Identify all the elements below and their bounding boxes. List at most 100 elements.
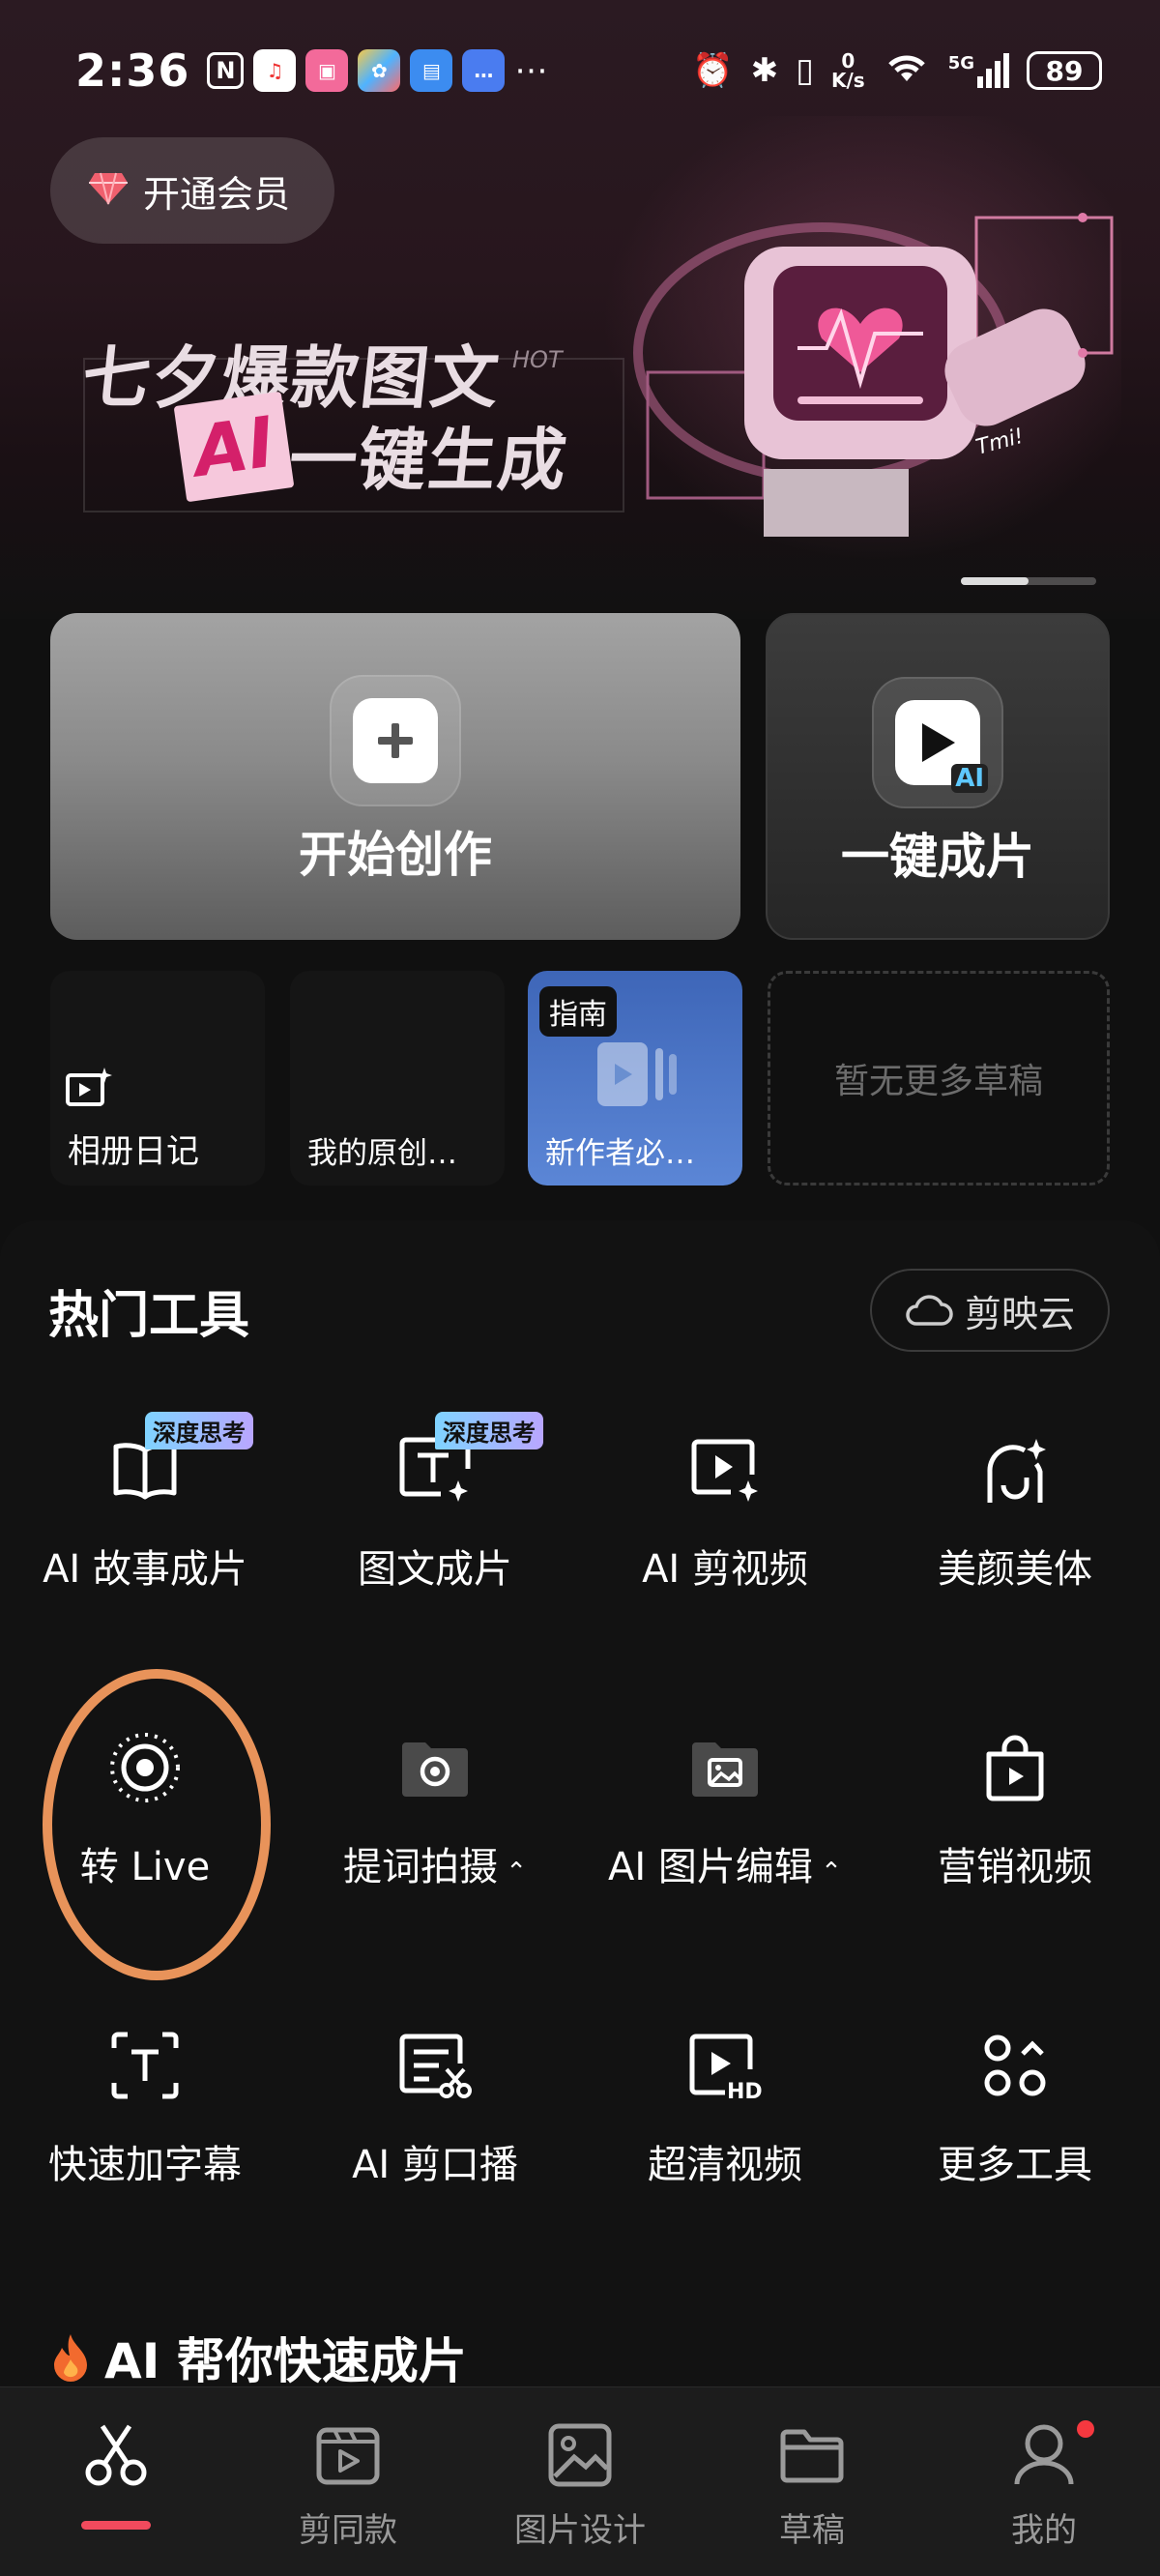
banner-title-line2: 一键生成 bbox=[285, 421, 572, 500]
battery-indicator: 89 bbox=[1027, 51, 1102, 90]
cloud-label: 剪映云 bbox=[964, 1292, 1075, 1335]
folder-icon bbox=[779, 2422, 845, 2488]
cellular-signal-icon: 5G bbox=[948, 53, 1009, 88]
plus-icon bbox=[378, 723, 413, 758]
active-tab-indicator bbox=[81, 2521, 151, 2530]
plus-icon-wrap bbox=[330, 675, 461, 806]
speech-cut-icon bbox=[396, 2027, 474, 2104]
start-creation-label: 开始创作 bbox=[299, 827, 492, 883]
tool-teleprompter-shoot[interactable]: 提词拍摄 ⌃ bbox=[290, 1729, 580, 1922]
image-edit-icon bbox=[686, 1729, 764, 1806]
bilibili-app-icon: ▣ bbox=[305, 49, 349, 92]
tool-label: 美颜美体 bbox=[938, 1547, 1092, 1592]
nav-label: 图片设计 bbox=[514, 2511, 646, 2550]
cloud-icon bbox=[906, 1295, 953, 1326]
svg-text:HD: HD bbox=[727, 2080, 763, 2100]
tool-quick-captions[interactable]: 快速加字幕 bbox=[0, 2027, 290, 2220]
tool-label: AI 故事成片 bbox=[43, 1547, 247, 1592]
nfc-icon: N bbox=[207, 52, 245, 89]
tool-label: 更多工具 bbox=[938, 2143, 1092, 2187]
no-more-drafts-placeholder: 暂无更多草稿 bbox=[768, 971, 1110, 1186]
bottom-navigation: 剪同款 图片设计 草稿 我的 bbox=[0, 2386, 1160, 2576]
wifi-icon bbox=[883, 48, 931, 94]
vibrate-icon: ▯ bbox=[796, 51, 814, 90]
image-icon bbox=[547, 2422, 613, 2488]
ai-play-icon-wrap: AI bbox=[872, 677, 1003, 808]
draft-item-guide[interactable]: 指南 新作者必… bbox=[528, 971, 742, 1186]
network-speed: 0 K/s bbox=[830, 49, 865, 92]
alarm-icon: ⏰ bbox=[692, 51, 734, 90]
tool-ai-story-video[interactable]: 深度思考 AI 故事成片 bbox=[0, 1412, 290, 1625]
play-icon bbox=[922, 723, 955, 762]
jianying-cloud-button[interactable]: 剪映云 bbox=[870, 1269, 1110, 1352]
nav-tab-profile[interactable]: 我的 bbox=[928, 2387, 1160, 2576]
tool-label: 营销视频 bbox=[938, 1845, 1092, 1889]
diamond-icon bbox=[87, 171, 130, 210]
more-tools-icon bbox=[976, 2027, 1054, 2104]
nav-label: 我的 bbox=[1011, 2511, 1077, 2550]
tool-ai-speech-cut[interactable]: AI 剪口播 bbox=[290, 2027, 580, 2220]
video-placeholder-icon bbox=[597, 1042, 677, 1106]
banner-page-indicator-active bbox=[961, 577, 1029, 585]
start-creation-card[interactable]: 开始创作 bbox=[50, 613, 740, 940]
tool-hd-video[interactable]: HD 超清视频 bbox=[580, 2027, 870, 2220]
vip-label: 开通会员 bbox=[143, 172, 291, 216]
ai-badge: AI bbox=[951, 764, 988, 793]
one-click-video-card[interactable]: AI 一键成片 bbox=[766, 613, 1110, 940]
fire-icon bbox=[54, 2334, 87, 2382]
banner-illustration: Tmi! bbox=[633, 213, 1114, 537]
draft-item[interactable]: 我的原创… bbox=[290, 971, 505, 1186]
ai-quick-video-section-title: AI 帮你快速成片 bbox=[50, 2323, 467, 2392]
svg-text:Tmi!: Tmi! bbox=[973, 424, 1027, 460]
nav-tab-drafts[interactable]: 草稿 bbox=[696, 2387, 928, 2576]
beauty-icon bbox=[976, 1431, 1054, 1508]
highlight-ring-annotation bbox=[43, 1669, 271, 1980]
draft-item[interactable]: 相册日记 bbox=[50, 971, 265, 1186]
banner-ai-sticker: AI bbox=[173, 391, 295, 503]
tool-text-image-video[interactable]: 深度思考 图文成片 bbox=[290, 1412, 580, 1625]
more-notifications-icon: ⋯ bbox=[514, 51, 548, 90]
tool-label: 超清视频 bbox=[648, 2143, 802, 2187]
nav-label: 草稿 bbox=[779, 2511, 845, 2550]
tool-beauty[interactable]: 美颜美体 bbox=[870, 1431, 1160, 1625]
notification-dot bbox=[1077, 2420, 1094, 2438]
chevron-updown-icon: ⌃ bbox=[812, 1858, 842, 1887]
teleprompter-camera-icon bbox=[396, 1729, 474, 1806]
nav-tab-image-design[interactable]: 图片设计 bbox=[464, 2387, 696, 2576]
deep-thinking-badge: 深度思考 bbox=[145, 1412, 253, 1449]
banner-hot-tag: HOT bbox=[512, 346, 563, 373]
tool-label: 提词拍摄 ⌃ bbox=[342, 1845, 528, 1889]
status-bar: 2:36 N ♫ ▣ ✿ ▤ … ⋯ ⏰ ✱ ▯ 0 K/s 5G 89 bbox=[0, 39, 1160, 102]
hd-video-icon: HD bbox=[686, 2027, 764, 2104]
tool-marketing-video[interactable]: 营销视频 bbox=[870, 1729, 1160, 1922]
tool-label: 快速加字幕 bbox=[48, 2143, 242, 2187]
shopping-bag-icon bbox=[976, 1729, 1054, 1806]
tool-ai-cut-video[interactable]: AI 剪视频 bbox=[580, 1431, 870, 1625]
tool-label: AI 剪视频 bbox=[642, 1547, 808, 1592]
tool-label: AI 图片编辑 ⌃ bbox=[608, 1845, 842, 1889]
tool-ai-image-edit[interactable]: AI 图片编辑 ⌃ bbox=[580, 1729, 870, 1922]
guide-badge: 指南 bbox=[539, 986, 617, 1037]
caption-icon bbox=[106, 2027, 184, 2104]
music-app-icon: ♫ bbox=[253, 49, 297, 92]
one-click-video-label: 一键成片 bbox=[841, 829, 1034, 885]
deep-thinking-badge: 深度思考 bbox=[435, 1412, 543, 1449]
bluetooth-icon: ✱ bbox=[750, 51, 779, 90]
profile-icon bbox=[1011, 2422, 1077, 2488]
status-time: 2:36 bbox=[75, 44, 190, 97]
messages-app-icon: … bbox=[462, 49, 506, 92]
nav-tab-templates[interactable]: 剪同款 bbox=[232, 2387, 464, 2576]
chevron-updown-icon: ⌃ bbox=[497, 1858, 528, 1887]
nav-tab-edit[interactable] bbox=[0, 2387, 232, 2576]
vip-membership-button[interactable]: 开通会员 bbox=[50, 137, 334, 244]
draft-label: 新作者必… bbox=[545, 1136, 695, 1171]
draft-label: 我的原创… bbox=[307, 1136, 457, 1171]
status-right-icons: ⏰ ✱ ▯ 0 K/s 5G 89 bbox=[692, 39, 1102, 102]
draft-label: 相册日记 bbox=[68, 1132, 199, 1171]
tool-label: AI 剪口播 bbox=[352, 2143, 518, 2187]
tool-more-tools[interactable]: 更多工具 bbox=[870, 2027, 1160, 2220]
scissors-icon bbox=[83, 2422, 149, 2488]
nav-label: 剪同款 bbox=[299, 2511, 397, 2550]
album-diary-icon bbox=[66, 1068, 112, 1106]
hot-tools-title: 热门工具 bbox=[48, 1287, 250, 1345]
